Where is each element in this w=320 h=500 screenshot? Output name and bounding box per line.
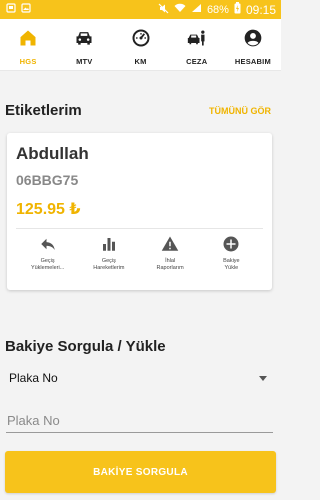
nav-item-ceza[interactable]: CEZA xyxy=(169,19,225,70)
reply-arrow-icon xyxy=(40,238,55,250)
nav-item-hesabim[interactable]: HESABIM xyxy=(225,19,281,70)
tag-owner-name: Abdullah xyxy=(16,144,89,163)
speedometer-icon xyxy=(132,29,149,47)
action-label-line1: Geçiş xyxy=(40,258,55,264)
bar-chart-icon xyxy=(102,238,115,251)
clock: 09:15 xyxy=(245,2,276,17)
image-icon xyxy=(21,3,31,16)
action-label-line2: Yüklemeleri... xyxy=(30,265,65,272)
notification-icon xyxy=(6,3,16,16)
nav-item-hgs[interactable]: HGS xyxy=(0,19,56,70)
action-pass-movements[interactable]: Geçiş Hareketlerim xyxy=(78,234,139,284)
plate-input-wrapper xyxy=(6,409,273,433)
nav-label: HGS xyxy=(19,57,37,66)
top-nav: HGS MTV KM CEZA HESABIM xyxy=(0,19,281,71)
nav-item-km[interactable]: KM xyxy=(112,19,168,70)
nav-label: CEZA xyxy=(186,57,208,66)
signal-icon xyxy=(191,3,202,16)
action-label-line1: İhlal xyxy=(165,258,176,264)
account-icon xyxy=(244,29,262,47)
car-icon xyxy=(76,32,92,45)
action-label-line2: Hareketlerim xyxy=(93,265,125,272)
police-car-icon xyxy=(187,30,205,46)
card-actions: Geçiş Yüklemeleri... Geçiş Hareketlerim … xyxy=(7,234,272,284)
warning-icon xyxy=(161,236,179,251)
battery-charging-icon xyxy=(234,2,241,17)
plate-select[interactable]: Plaka No xyxy=(9,367,267,389)
action-label-line1: Geçiş xyxy=(101,258,116,264)
tag-balance: 125.95 ₺ xyxy=(16,201,81,218)
tag-card[interactable]: Abdullah 06BBG75 125.95 ₺ Geçiş Yüklemel… xyxy=(7,133,272,290)
screen: 68% 09:15 HGS MTV KM CEZA HESABIM Etiket… xyxy=(0,0,281,500)
dropdown-caret-icon xyxy=(259,375,267,381)
nav-label: HESABIM xyxy=(234,57,271,66)
add-circle-icon xyxy=(223,236,239,252)
nav-item-mtv[interactable]: MTV xyxy=(56,19,112,70)
card-divider xyxy=(16,228,263,229)
query-section-title: Bakiye Sorgula / Yükle xyxy=(5,338,166,355)
query-balance-button[interactable]: BAKİYE SORGULA xyxy=(5,451,276,493)
battery-percent: 68% xyxy=(206,3,229,16)
action-pass-loads[interactable]: Geçiş Yüklemeleri... xyxy=(17,234,78,284)
tags-section-title: Etiketlerim xyxy=(5,102,82,119)
nav-label: KM xyxy=(134,57,147,66)
action-label-line2: Raporlarım xyxy=(156,265,184,272)
plate-input[interactable] xyxy=(6,409,273,431)
action-load-balance[interactable]: Bakiye Yükle xyxy=(201,234,262,284)
wifi-icon xyxy=(174,3,186,16)
action-label-line1: Bakiye xyxy=(223,258,240,264)
tag-plate: 06BBG75 xyxy=(16,172,79,188)
action-label-line2: Yükle xyxy=(224,265,239,272)
plate-select-value: Plaka No xyxy=(9,371,58,385)
mute-icon xyxy=(158,3,169,17)
status-bar: 68% 09:15 xyxy=(0,0,281,19)
see-all-link[interactable]: TÜMÜNÜ GÖR xyxy=(209,106,271,116)
home-icon xyxy=(20,30,36,46)
nav-label: MTV xyxy=(76,57,93,66)
action-violation-reports[interactable]: İhlal Raporlarım xyxy=(140,234,201,284)
